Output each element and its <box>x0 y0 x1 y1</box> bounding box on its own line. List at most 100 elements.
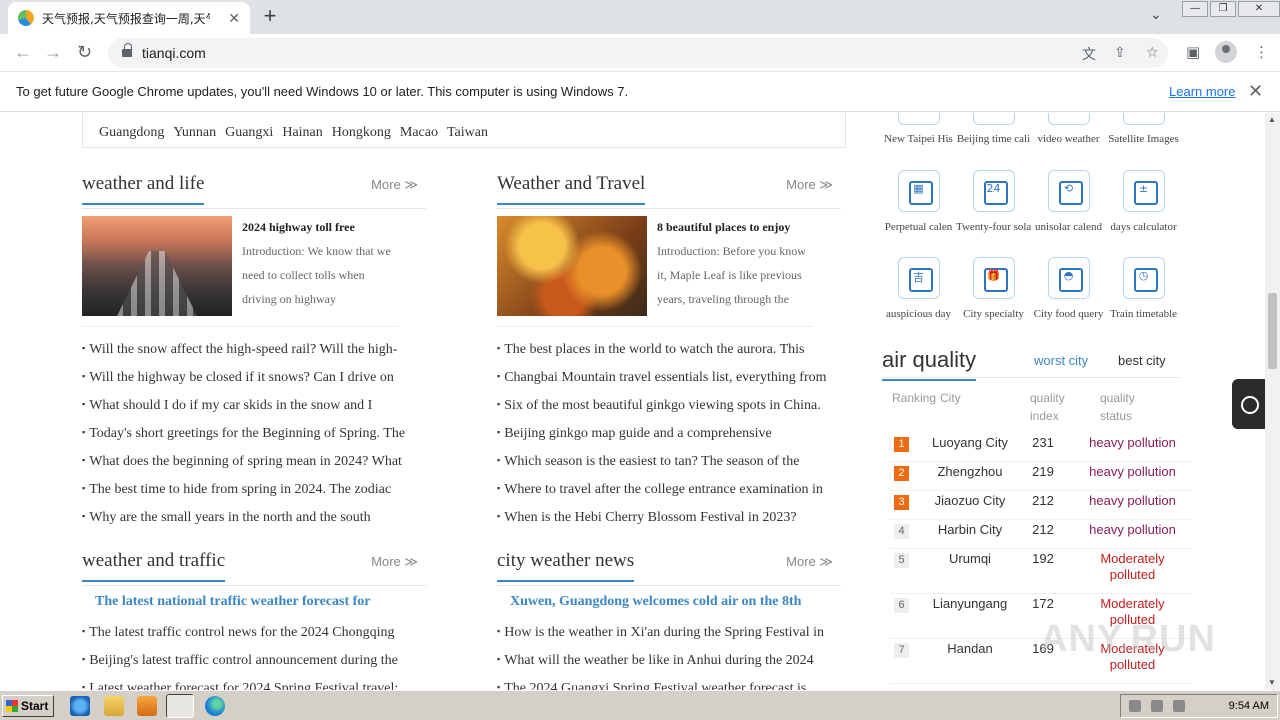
tool-item[interactable]: 吉 auspicious day <box>881 257 956 320</box>
tool-label-top[interactable]: New Taipei His <box>881 133 956 145</box>
news-item[interactable]: What should I do if my car skids in the … <box>82 390 412 418</box>
flag-icon[interactable] <box>1173 700 1185 712</box>
edge-icon[interactable] <box>205 696 225 716</box>
lock-icon[interactable] <box>122 43 132 58</box>
tool-icon-partial[interactable] <box>1123 113 1165 125</box>
share-icon[interactable]: ⇪ <box>1114 44 1126 61</box>
city-name[interactable]: Luoyang City <box>920 435 1020 450</box>
highway-thumbnail[interactable] <box>82 216 232 316</box>
minimize-button[interactable]: — <box>1182 1 1208 17</box>
news-item[interactable]: Will the highway be closed if it snows? … <box>82 362 412 390</box>
ie-icon[interactable] <box>70 696 90 716</box>
scroll-down-icon[interactable]: ▼ <box>1268 678 1276 687</box>
new-tab-button[interactable]: + <box>258 4 282 28</box>
city-name[interactable]: Jiaozuo City <box>920 493 1020 508</box>
headline-link[interactable]: Xuwen, Guangdong welcomes cold air on th… <box>510 594 801 610</box>
tool-icon-partial[interactable] <box>973 113 1015 125</box>
tool-label-top[interactable]: Satellite Images <box>1106 133 1181 145</box>
city-name[interactable]: Handan <box>920 641 1020 656</box>
media-player-icon[interactable] <box>137 696 157 716</box>
news-item[interactable]: What does the beginning of spring mean i… <box>82 446 412 474</box>
address-bar[interactable]: tianqi.com 文 ⇪ ☆ <box>108 38 1168 68</box>
lunar-calendar-icon[interactable]: ⟲ <box>1047 170 1090 212</box>
reload-icon[interactable]: ↻ <box>77 42 92 63</box>
calendar-grid-icon[interactable]: ▦ <box>897 170 940 212</box>
tool-item[interactable]: ◷ Train timetable <box>1106 257 1181 320</box>
maple-thumbnail[interactable] <box>497 216 647 316</box>
table-row[interactable]: 3 Jiaozuo City 212 heavy pollution <box>890 491 1192 520</box>
window-close-button[interactable]: ✕ <box>1238 1 1280 17</box>
city-name[interactable]: Zhengzhou <box>920 464 1020 479</box>
tab-best-city[interactable]: best city <box>1118 353 1166 368</box>
table-row[interactable]: 5 Urumqi 192 Moderately polluted <box>890 549 1192 594</box>
tab-close-icon[interactable]: ✕ <box>228 10 240 27</box>
more-link[interactable]: More ≫ <box>371 554 418 570</box>
table-row[interactable]: 1 Luoyang City 231 heavy pollution <box>890 433 1192 462</box>
infobar-close-icon[interactable]: ✕ <box>1248 81 1263 102</box>
city-name[interactable]: Lianyungang <box>920 596 1020 611</box>
news-item[interactable]: What will the weather be like in Anhui d… <box>497 645 832 673</box>
tool-item[interactable]: ◓ City food query <box>1031 257 1106 320</box>
volume-icon[interactable] <box>1129 700 1141 712</box>
gift-icon[interactable]: 🎁 <box>972 257 1015 299</box>
news-item[interactable]: Beijing's latest traffic control announc… <box>82 645 412 673</box>
page-scrollbar[interactable]: ▲ ▼ <box>1265 113 1280 690</box>
bookmark-star-icon[interactable]: ☆ <box>1146 44 1159 61</box>
tool-label-top[interactable]: Beijing time cali <box>956 133 1031 145</box>
news-item[interactable]: Why are the small years in the north and… <box>82 502 412 530</box>
browser-tab[interactable]: 天气预报,天气预报查询一周,天气预 ✕ <box>8 2 250 34</box>
menu-kebab-icon[interactable]: ⋮ <box>1254 43 1269 61</box>
news-item[interactable]: Where to travel after the college entran… <box>497 474 832 502</box>
news-item[interactable]: The 2024 Guangxi Spring Festival weather… <box>497 673 832 690</box>
headline-link[interactable]: The latest national traffic weather fore… <box>95 594 371 610</box>
translate-icon[interactable]: 文 <box>1082 44 1096 64</box>
share-link-icon[interactable] <box>1232 379 1265 429</box>
tool-item[interactable]: ⟲ unisolar calend <box>1031 170 1106 233</box>
news-item[interactable]: The best places in the world to watch th… <box>497 334 832 362</box>
region-link[interactable]: Guangdong <box>99 125 164 141</box>
tool-icon-partial[interactable] <box>898 113 940 125</box>
news-item[interactable]: Latest weather forecast for 2024 Spring … <box>82 673 412 690</box>
region-link[interactable]: Hongkong <box>332 125 391 141</box>
scroll-up-icon[interactable]: ▲ <box>1268 115 1276 124</box>
news-item[interactable]: The latest traffic control news for the … <box>82 617 412 645</box>
tool-item[interactable]: ± days calculator <box>1106 170 1181 233</box>
region-link[interactable]: Taiwan <box>447 125 488 141</box>
region-link[interactable]: Yunnan <box>173 125 216 141</box>
feature-title[interactable]: 8 beautiful places to enjoy <box>657 220 790 235</box>
more-link[interactable]: More ≫ <box>371 177 418 193</box>
tool-item[interactable]: 🎁 City specialty <box>956 257 1031 320</box>
news-item[interactable]: How is the weather in Xi'an during the S… <box>497 617 832 645</box>
region-link[interactable]: Guangxi <box>225 125 273 141</box>
tool-label-top[interactable]: video weather <box>1031 133 1106 145</box>
profile-avatar[interactable] <box>1215 41 1237 63</box>
restore-button[interactable]: ❐ <box>1210 1 1236 17</box>
table-row[interactable]: 4 Harbin City 212 heavy pollution <box>890 520 1192 549</box>
news-item[interactable]: When is the Hebi Cherry Blossom Festival… <box>497 502 832 530</box>
tool-icon-partial[interactable] <box>1048 113 1090 125</box>
city-name[interactable]: Urumqi <box>920 551 1020 566</box>
scroll-thumb[interactable] <box>1268 293 1277 369</box>
food-cloche-icon[interactable]: ◓ <box>1047 257 1090 299</box>
start-button[interactable]: Start <box>2 695 54 717</box>
city-name[interactable]: Harbin City <box>920 522 1020 537</box>
explorer-folder-icon[interactable] <box>104 696 124 716</box>
tab-search-chevron-icon[interactable]: ⌄ <box>1150 6 1162 23</box>
news-item[interactable]: Which season is the easiest to tan? The … <box>497 446 832 474</box>
feature-title[interactable]: 2024 highway toll free <box>242 220 355 235</box>
forward-arrow-icon[interactable]: → <box>44 42 62 63</box>
more-link[interactable]: More ≫ <box>786 554 833 570</box>
region-link[interactable]: Hainan <box>282 125 322 141</box>
news-item[interactable]: Changbai Mountain travel essentials list… <box>497 362 832 390</box>
tool-item[interactable]: ▦ Perpetual calen <box>881 170 956 233</box>
news-item[interactable]: Beijing ginkgo map guide and a comprehen… <box>497 418 832 446</box>
auspicious-icon[interactable]: 吉 <box>897 257 940 299</box>
news-item[interactable]: Six of the most beautiful ginkgo viewing… <box>497 390 832 418</box>
network-icon[interactable] <box>1151 700 1163 712</box>
solar-terms-icon[interactable]: 24 <box>972 170 1015 212</box>
chrome-taskbar-icon[interactable] <box>166 694 194 718</box>
news-item[interactable]: Will the snow affect the high-speed rail… <box>82 334 412 362</box>
calculator-icon[interactable]: ± <box>1122 170 1165 212</box>
url-text[interactable]: tianqi.com <box>142 45 206 61</box>
news-item[interactable]: Today's short greetings for the Beginnin… <box>82 418 412 446</box>
